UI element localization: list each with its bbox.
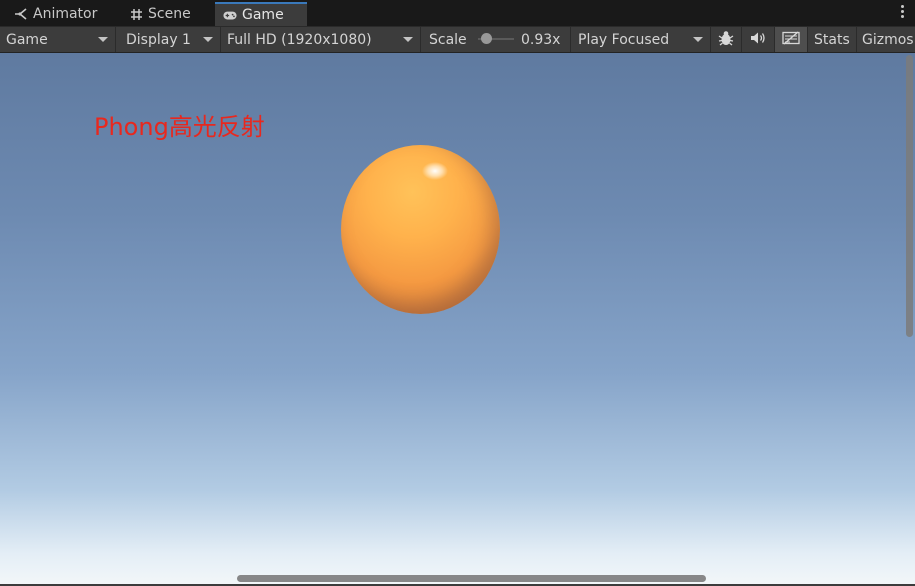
resolution-value: Full HD (1920x1080) <box>227 31 372 48</box>
tab-label: Animator <box>33 6 98 22</box>
chevron-down-icon <box>98 37 108 42</box>
scale-slider-handle[interactable] <box>481 33 492 44</box>
vertical-scrollbar[interactable] <box>906 55 913 337</box>
bug-icon <box>717 30 735 50</box>
chevron-down-icon <box>403 37 413 42</box>
stats-button[interactable]: Stats <box>808 27 857 52</box>
more-options-icon[interactable] <box>901 5 905 19</box>
grid-icon <box>129 7 143 21</box>
animator-icon <box>14 7 28 21</box>
gizmos-button[interactable]: Gizmos <box>857 27 915 52</box>
speaker-icon <box>750 31 766 49</box>
display-dropdown[interactable]: Display 1 <box>120 27 221 52</box>
gamepad-icon <box>223 8 237 22</box>
stats-label: Stats <box>814 31 850 48</box>
game-viewport[interactable]: Phong高光反射 <box>0 53 915 586</box>
horizontal-scrollbar[interactable] <box>237 575 706 582</box>
view-type-dropdown[interactable]: Game <box>0 27 116 52</box>
keyboard-toggle-icon <box>782 30 800 49</box>
resolution-dropdown[interactable]: Full HD (1920x1080) <box>221 27 421 52</box>
editor-tab-bar: Animator Scene Game <box>0 0 915 27</box>
shortcuts-toggle-button[interactable] <box>775 27 808 52</box>
play-mode-value: Play Focused <box>578 31 670 48</box>
display-value: Display 1 <box>126 31 191 48</box>
scale-value: 0.93x <box>521 31 561 48</box>
chevron-down-icon <box>693 37 703 42</box>
tab-label: Game <box>242 7 284 23</box>
gizmos-label: Gizmos <box>862 31 914 48</box>
frame-debugger-button[interactable] <box>711 27 742 52</box>
chevron-down-icon <box>203 37 213 42</box>
tab-animator[interactable]: Animator <box>6 2 105 26</box>
tab-label: Scene <box>148 6 191 22</box>
tab-game[interactable]: Game <box>215 2 307 26</box>
view-type-value: Game <box>6 31 48 48</box>
tab-scene[interactable]: Scene <box>121 2 199 26</box>
orange-sphere <box>341 145 500 314</box>
mute-audio-button[interactable] <box>742 27 775 52</box>
play-mode-dropdown[interactable]: Play Focused <box>572 27 711 52</box>
scale-label: Scale <box>429 31 467 48</box>
overlay-title-text: Phong高光反射 <box>94 113 265 141</box>
